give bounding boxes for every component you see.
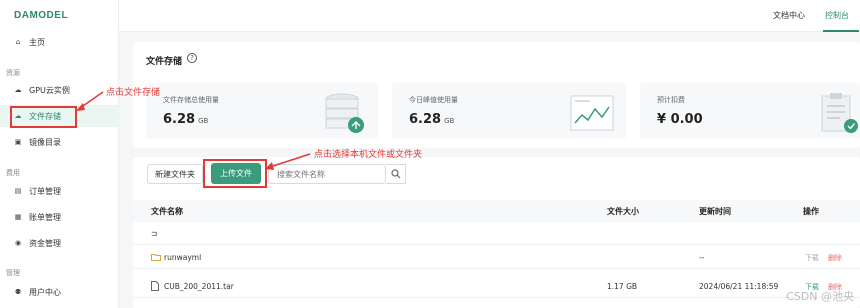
watermark: CSDN @池央 <box>786 290 854 303</box>
annotation-arrows <box>76 91 311 170</box>
annotation-click-select: 点击选择本机文件或文件夹 <box>314 150 423 160</box>
annotation-click-storage: 点击文件存储 <box>106 88 161 98</box>
